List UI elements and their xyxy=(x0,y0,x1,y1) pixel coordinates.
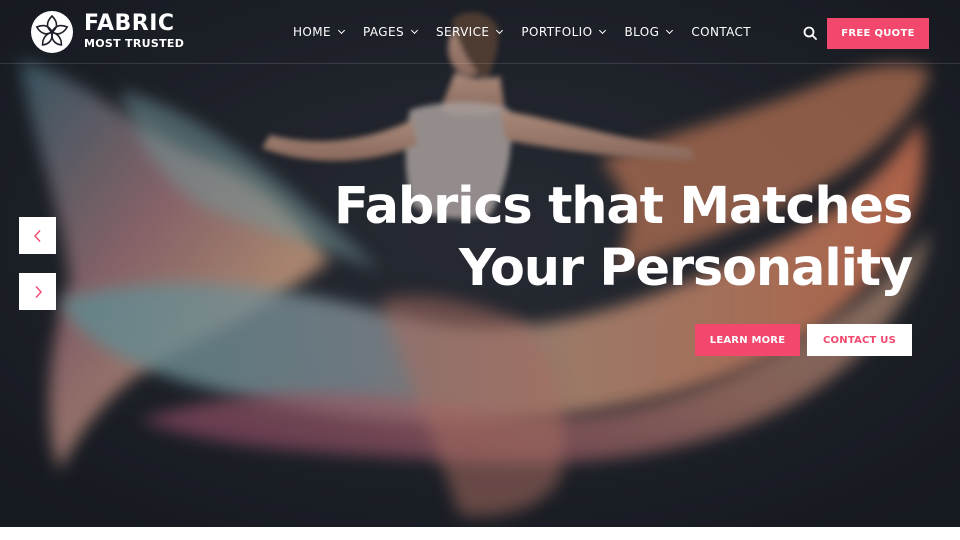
logo-text: FABRIC MOST TRUSTED xyxy=(84,13,184,51)
nav-item-service[interactable]: SERVICE xyxy=(435,24,504,40)
chevron-left-icon xyxy=(33,229,41,242)
hero-headline-line2: Your Personality xyxy=(458,239,913,298)
hero-headline-line1: Fabrics that Matches xyxy=(333,177,913,236)
learn-more-button[interactable]: LEARN MORE xyxy=(695,324,800,356)
nav-item-pages[interactable]: PAGES xyxy=(363,24,419,40)
free-quote-button[interactable]: FREE QUOTE xyxy=(827,18,929,49)
nav-item-contact[interactable]: CONTACT xyxy=(691,24,751,40)
chevron-down-icon xyxy=(496,26,504,34)
page-bottom-strip xyxy=(0,527,960,540)
chevron-down-icon xyxy=(599,26,607,34)
slider-prev-button[interactable] xyxy=(19,217,56,254)
nav-label: PORTFOLIO xyxy=(521,25,593,39)
hero-section: FABRIC MOST TRUSTED HOME PAGES SERVICE P… xyxy=(0,0,960,527)
nav-label: HOME xyxy=(293,25,332,39)
search-icon[interactable] xyxy=(803,26,817,40)
brand-name: FABRIC xyxy=(84,11,175,36)
chevron-down-icon xyxy=(410,26,419,34)
nav-item-blog[interactable]: BLOG xyxy=(624,24,674,40)
nav-label: CONTACT xyxy=(691,25,752,39)
nav-item-portfolio[interactable]: PORTFOLIO xyxy=(521,24,607,40)
logo[interactable]: FABRIC MOST TRUSTED xyxy=(30,10,184,54)
chevron-right-icon xyxy=(34,285,42,298)
nav-label: SERVICE xyxy=(435,25,490,39)
flower-swirl-logo-icon xyxy=(31,11,73,53)
chevron-down-icon xyxy=(337,26,346,34)
nav-item-home[interactable]: HOME xyxy=(293,24,346,40)
main-nav: HOME PAGES SERVICE PORTFOLIO BLOG CONTAC… xyxy=(293,24,751,40)
contact-us-button[interactable]: CONTACT US xyxy=(807,324,912,356)
nav-label: BLOG xyxy=(624,25,660,39)
nav-label: PAGES xyxy=(363,25,404,39)
site-header: FABRIC MOST TRUSTED HOME PAGES SERVICE P… xyxy=(0,0,960,64)
brand-tagline: MOST TRUSTED xyxy=(84,37,185,50)
slider-next-button[interactable] xyxy=(19,273,56,310)
hero-headline: Fabrics that Matches Your Personality xyxy=(312,176,913,300)
chevron-down-icon xyxy=(666,26,674,34)
